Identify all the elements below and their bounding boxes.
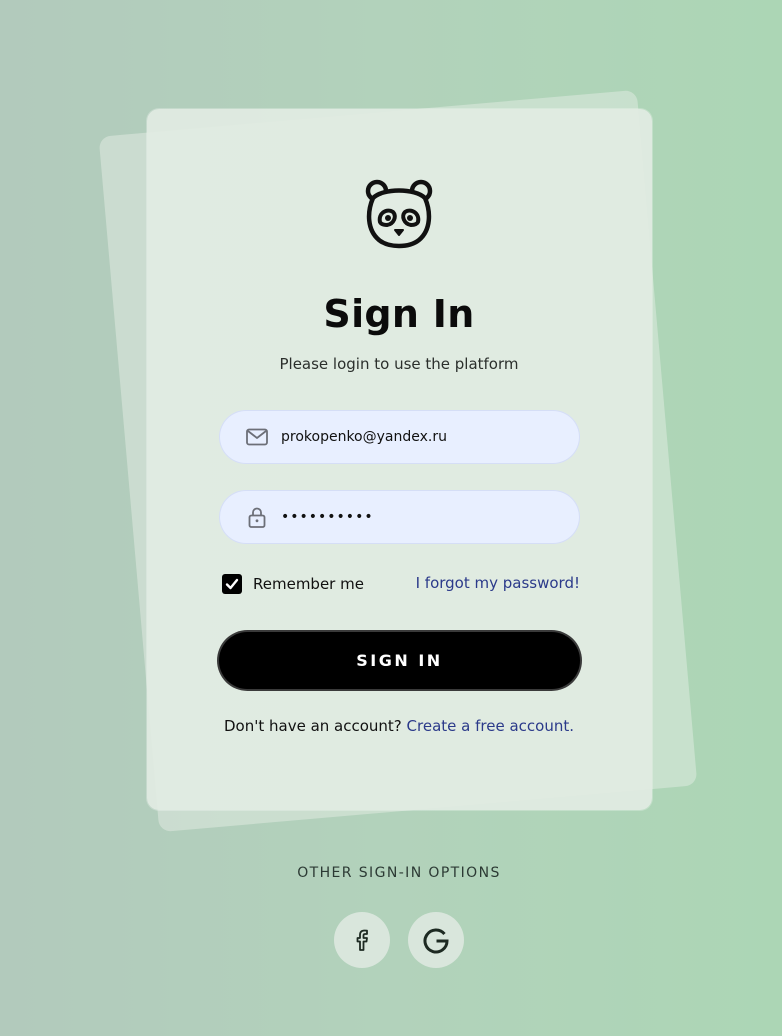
- page-title: Sign In: [323, 292, 475, 336]
- sign-in-button[interactable]: SIGN IN: [219, 632, 580, 689]
- other-signin-label: OTHER SIGN-IN OPTIONS: [297, 865, 501, 881]
- create-account-link[interactable]: Create a free account.: [407, 717, 574, 735]
- page-subtitle: Please login to use the platform: [279, 355, 519, 373]
- remember-me[interactable]: Remember me: [222, 573, 364, 595]
- email-value[interactable]: prokopenko@yandex.ru: [281, 410, 447, 464]
- check-icon: [225, 578, 239, 590]
- facebook-button[interactable]: [334, 912, 390, 968]
- lock-icon: [248, 507, 266, 528]
- forgot-password-link[interactable]: I forgot my password!: [416, 574, 580, 592]
- google-icon: [423, 928, 449, 954]
- signup-text: Don't have an account?: [223, 717, 402, 735]
- email-field[interactable]: prokopenko@yandex.ru: [219, 410, 580, 464]
- remember-checkbox[interactable]: [222, 574, 242, 594]
- password-field[interactable]: ••••••••••: [219, 490, 580, 544]
- signup-prompt: Don't have an account? Create a free acc…: [0, 717, 782, 735]
- mail-icon: [246, 428, 268, 446]
- google-button[interactable]: [408, 912, 464, 968]
- password-value[interactable]: ••••••••••: [281, 490, 374, 544]
- facebook-icon: [356, 929, 368, 951]
- panda-logo-icon: [365, 179, 433, 249]
- remember-label: Remember me: [253, 575, 364, 593]
